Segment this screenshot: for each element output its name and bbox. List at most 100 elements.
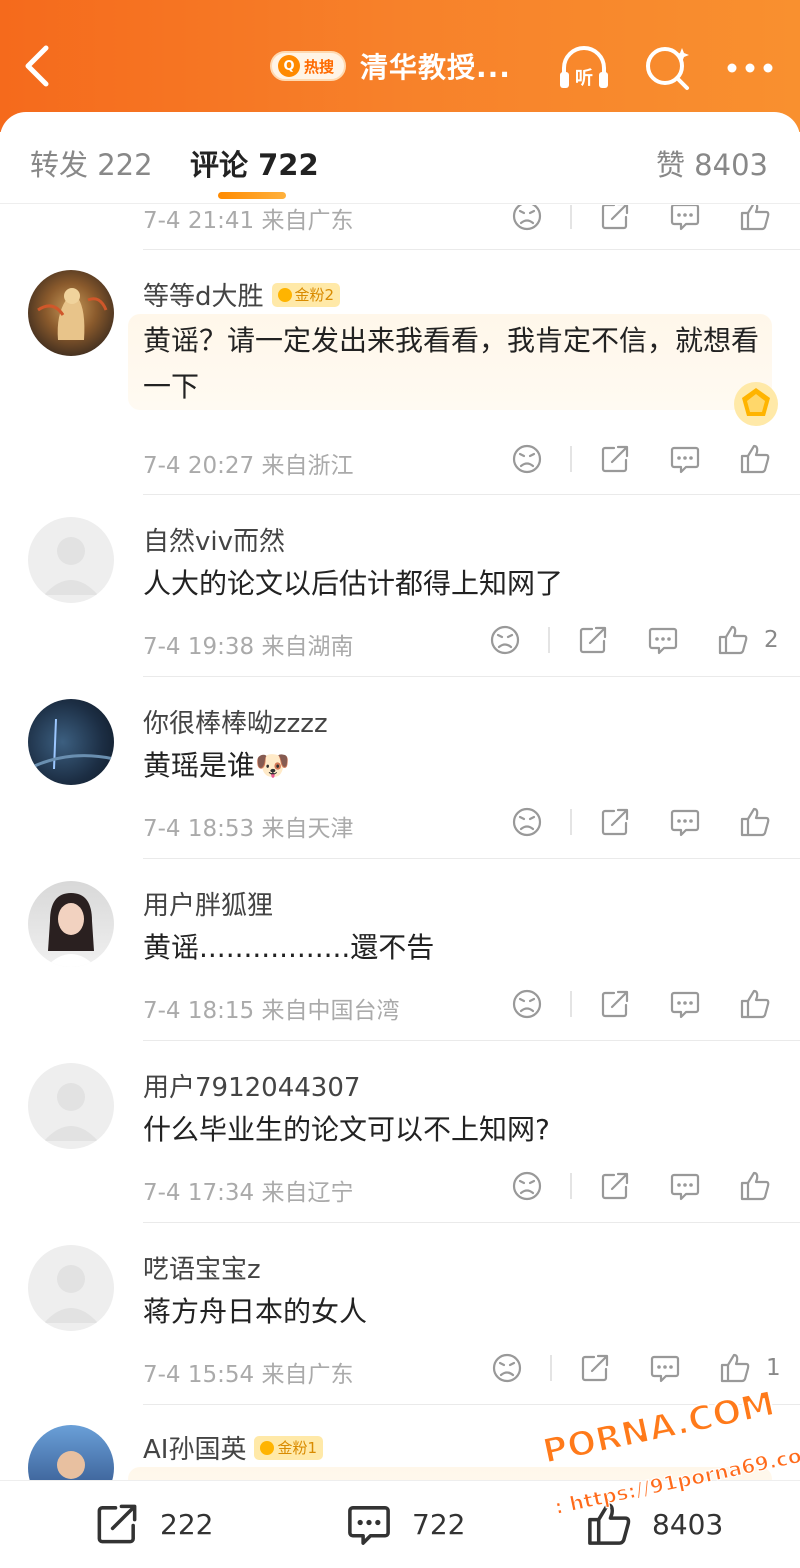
comment-meta: 7-4 19:38 来自湖南: [143, 634, 354, 660]
like-icon[interactable]: [738, 205, 772, 233]
dislike-icon[interactable]: [510, 205, 544, 233]
avatar[interactable]: [28, 1063, 114, 1149]
back-arrow-icon[interactable]: [18, 40, 58, 92]
username-text: 你很棒棒呦zzzz: [143, 709, 328, 739]
comment-icon[interactable]: [668, 805, 702, 839]
comment-icon[interactable]: [648, 1351, 682, 1385]
bottom-like-count: 8403: [652, 1507, 724, 1541]
hot-label: 热搜: [304, 57, 335, 76]
tab-likes[interactable]: 赞 8403: [656, 142, 768, 184]
like-count: 2: [764, 627, 779, 653]
comment-icon[interactable]: [668, 1169, 702, 1203]
fan-badge: 金粉1: [254, 1435, 324, 1460]
comment-list[interactable]: 7-4 21:41 来自广东 等等d大胜 金粉2 黄谣？请一定发出来我看看，我肯…: [0, 205, 800, 1480]
comment-meta: 7-4 21:41 来自广东: [143, 208, 354, 234]
share-icon[interactable]: [598, 205, 632, 233]
comment-meta: 7-4 18:53 来自天津: [143, 816, 354, 842]
dislike-icon[interactable]: [510, 987, 544, 1021]
like-icon[interactable]: [716, 623, 750, 657]
username-text: 呓语宝宝z: [143, 1255, 261, 1285]
avatar[interactable]: [28, 1425, 114, 1480]
avatar[interactable]: [28, 881, 114, 967]
bottom-like-button[interactable]: 8403: [584, 1499, 723, 1549]
tab-repost[interactable]: 转发 222: [30, 142, 153, 184]
comment-actions: [510, 1169, 786, 1203]
share-icon[interactable]: [598, 442, 632, 476]
share-icon[interactable]: [576, 623, 610, 657]
divider: [570, 991, 572, 1017]
share-icon[interactable]: [598, 805, 632, 839]
comment-item: 呓语宝宝z 蒋方舟日本的女人 7-4 15:54 来自广东 1: [0, 1223, 800, 1405]
search-icon[interactable]: [640, 40, 696, 96]
divider: [548, 627, 550, 653]
share-icon: [97, 1504, 137, 1544]
avatar[interactable]: [28, 270, 114, 356]
comment-icon[interactable]: [668, 987, 702, 1021]
share-icon[interactable]: [598, 987, 632, 1021]
avatar[interactable]: [28, 1245, 114, 1331]
fan-badge-label: 金粉1: [277, 1439, 318, 1457]
username[interactable]: 你很棒棒呦zzzz: [143, 703, 328, 740]
comment-actions: [510, 442, 786, 476]
title-area[interactable]: Q 热搜 清华教授...: [270, 44, 511, 88]
like-icon[interactable]: [718, 1351, 752, 1385]
fan-badge: 金粉2: [271, 282, 341, 307]
comment-icon[interactable]: [668, 205, 702, 233]
comment-icon[interactable]: [668, 442, 702, 476]
divider: [550, 1355, 552, 1381]
username[interactable]: AI孙国英 金粉1: [143, 1429, 324, 1466]
comment-item: 自然viv而然 人大的论文以后估计都得上知网了 7-4 19:38 来自湖南 2: [0, 495, 800, 677]
gold-badge-icon: [734, 382, 778, 426]
listen-label: 听: [575, 67, 593, 89]
divider: [570, 809, 572, 835]
comment-actions: [510, 987, 786, 1021]
comment-item: AI孙国英 金粉1: [0, 1405, 800, 1480]
bottom-repost-count: 222: [160, 1507, 214, 1541]
comment-text: 黄谣？请一定发出来我看看，我肯定不信，就想看一下: [143, 324, 760, 403]
dislike-icon[interactable]: [510, 442, 544, 476]
comment-actions: 1: [490, 1351, 781, 1385]
dislike-icon[interactable]: [490, 1351, 524, 1385]
avatar[interactable]: [28, 517, 114, 603]
comment-item: 你很棒棒呦zzzz 黄瑶是谁🐶 7-4 18:53 来自天津: [0, 677, 800, 859]
divider: [570, 1173, 572, 1199]
username[interactable]: 自然viv而然: [143, 521, 285, 558]
like-icon[interactable]: [738, 987, 772, 1021]
comment-text-content: 黄瑶是谁: [143, 749, 256, 782]
username[interactable]: 用户7912044307: [143, 1067, 360, 1104]
share-icon[interactable]: [578, 1351, 612, 1385]
comment-text: 人大的论文以后估计都得上知网了: [143, 567, 564, 600]
dislike-icon[interactable]: [488, 623, 522, 657]
comment-meta: 7-4 15:54 来自广东: [143, 1362, 354, 1388]
like-icon: [588, 1503, 631, 1545]
dislike-icon[interactable]: [510, 1169, 544, 1203]
comment-item: 等等d大胜 金粉2 黄谣？请一定发出来我看看，我肯定不信，就想看一下 7-4 2…: [0, 250, 800, 495]
comment-text: 黄谣.................還不告: [143, 931, 435, 964]
more-icon[interactable]: [722, 40, 778, 96]
comment-icon[interactable]: [646, 623, 680, 657]
username[interactable]: 用户胖狐狸: [143, 885, 273, 922]
username[interactable]: 呓语宝宝z: [143, 1249, 261, 1286]
username[interactable]: 等等d大胜 金粉2: [143, 276, 341, 313]
page-title: 清华教授...: [360, 51, 511, 84]
like-icon[interactable]: [738, 1169, 772, 1203]
dislike-icon[interactable]: [510, 805, 544, 839]
bottom-comment-button[interactable]: 722: [344, 1499, 465, 1549]
badge-icon: [260, 1440, 275, 1455]
bottom-action-bar: 222 722 8403: [0, 1480, 800, 1568]
doge-emoji: 🐶: [255, 749, 290, 782]
bottom-repost-button[interactable]: 222: [92, 1499, 213, 1549]
share-icon[interactable]: [598, 1169, 632, 1203]
comment-meta: 7-4 20:27 来自浙江: [143, 453, 354, 479]
headphones-listen-icon[interactable]: 听: [556, 40, 612, 96]
like-icon[interactable]: [738, 442, 772, 476]
comment-actions: [510, 805, 786, 839]
hot-search-pill[interactable]: Q 热搜: [270, 51, 347, 81]
tab-comments[interactable]: 评论 722: [190, 142, 319, 184]
avatar[interactable]: [28, 699, 114, 785]
like-count: 1: [766, 1355, 781, 1381]
like-icon[interactable]: [738, 805, 772, 839]
username-text: AI孙国英: [143, 1435, 247, 1465]
divider: [570, 446, 572, 472]
comment-item: 用户7912044307 什么毕业生的论文可以不上知网? 7-4 17:34 来…: [0, 1041, 800, 1223]
